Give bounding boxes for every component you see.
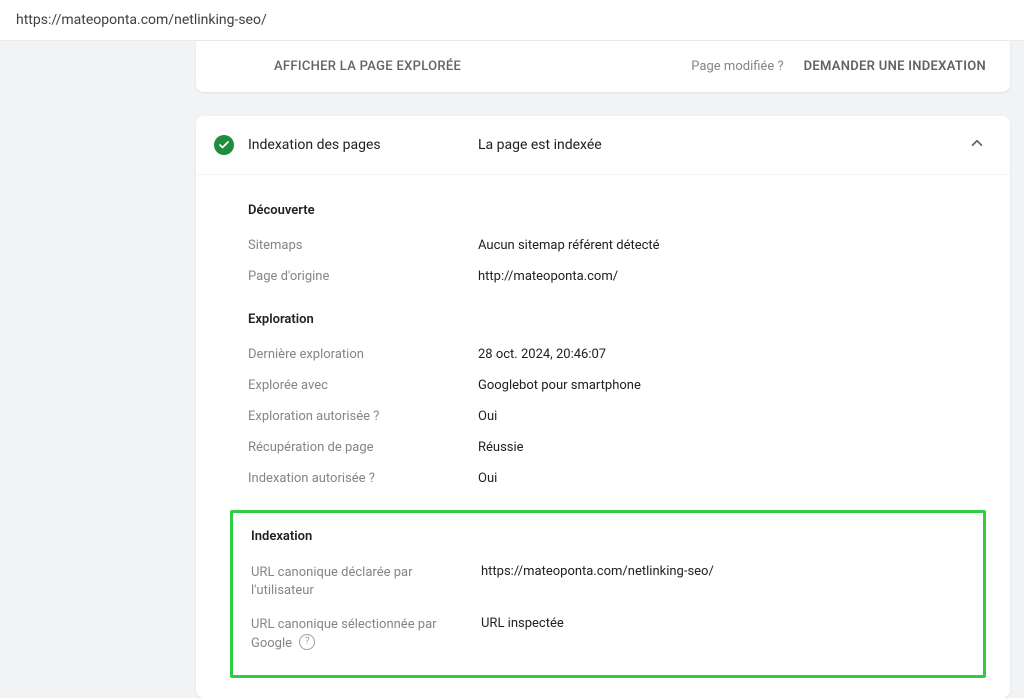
card-status: La page est indexée	[478, 137, 602, 153]
google-canonical-value: URL inspectée	[481, 616, 564, 652]
data-row: URL canonique sélectionnée par Google ? …	[251, 608, 983, 660]
page-fetch-label: Récupération de page	[248, 440, 478, 455]
top-right-actions: Page modifiée ? DEMANDER UNE INDEXATION	[691, 59, 986, 74]
card-body: Découverte Sitemaps Aucun sitemap référe…	[196, 175, 1010, 698]
url-display: https://mateoponta.com/netlinking-seo/	[0, 0, 1024, 41]
discovery-heading: Découverte	[248, 193, 1010, 230]
data-row: URL canonique déclarée par l'utilisateur…	[251, 556, 983, 608]
data-row: Récupération de page Réussie	[248, 432, 1010, 463]
index-allowed-value: Oui	[478, 471, 497, 486]
indexing-heading: Indexation	[251, 529, 983, 556]
crawled-as-value: Googlebot pour smartphone	[478, 378, 641, 393]
card-title: Indexation des pages	[248, 137, 478, 153]
actions-card: AFFICHER LA PAGE EXPLORÉE Page modifiée …	[196, 41, 1010, 92]
view-crawled-button[interactable]: AFFICHER LA PAGE EXPLORÉE	[220, 59, 461, 74]
google-canonical-label-text: URL canonique sélectionnée par Google	[251, 617, 437, 650]
data-row: Dernière exploration 28 oct. 2024, 20:46…	[248, 339, 1010, 370]
last-crawl-label: Dernière exploration	[248, 347, 478, 362]
request-indexing-button[interactable]: DEMANDER UNE INDEXATION	[804, 59, 986, 74]
google-canonical-label: URL canonique sélectionnée par Google ?	[251, 616, 481, 652]
check-circle-icon	[214, 135, 234, 155]
card-header[interactable]: Indexation des pages La page est indexée	[196, 116, 1010, 175]
user-canonical-value: https://mateoponta.com/netlinking-seo/	[481, 564, 714, 600]
origin-label: Page d'origine	[248, 269, 478, 284]
crawl-allowed-value: Oui	[478, 409, 497, 424]
origin-value: http://mateoponta.com/	[478, 269, 618, 284]
index-allowed-label: Indexation autorisée ?	[248, 471, 478, 486]
sitemaps-label: Sitemaps	[248, 238, 478, 253]
data-row: Indexation autorisée ? Oui	[248, 463, 1010, 494]
crawled-as-label: Explorée avec	[248, 378, 478, 393]
content-area: AFFICHER LA PAGE EXPLORÉE Page modifiée …	[0, 41, 1024, 698]
data-row: Explorée avec Googlebot pour smartphone	[248, 370, 1010, 401]
indexing-card: Indexation des pages La page est indexée…	[196, 116, 1010, 698]
data-row: Page d'origine http://mateoponta.com/	[248, 261, 1010, 292]
indexation-highlighted-section: Indexation URL canonique déclarée par l'…	[230, 510, 986, 678]
user-canonical-label: URL canonique déclarée par l'utilisateur	[251, 564, 481, 600]
data-row: Exploration autorisée ? Oui	[248, 401, 1010, 432]
chevron-up-icon	[968, 134, 986, 156]
last-crawl-value: 28 oct. 2024, 20:46:07	[478, 347, 606, 362]
page-modified-label: Page modifiée ?	[691, 59, 783, 74]
help-icon[interactable]: ?	[299, 634, 315, 650]
data-row: Sitemaps Aucun sitemap référent détecté	[248, 230, 1010, 261]
crawl-allowed-label: Exploration autorisée ?	[248, 409, 478, 424]
crawl-heading: Exploration	[248, 292, 1010, 339]
sitemaps-value: Aucun sitemap référent détecté	[478, 238, 660, 253]
page-fetch-value: Réussie	[478, 440, 524, 455]
